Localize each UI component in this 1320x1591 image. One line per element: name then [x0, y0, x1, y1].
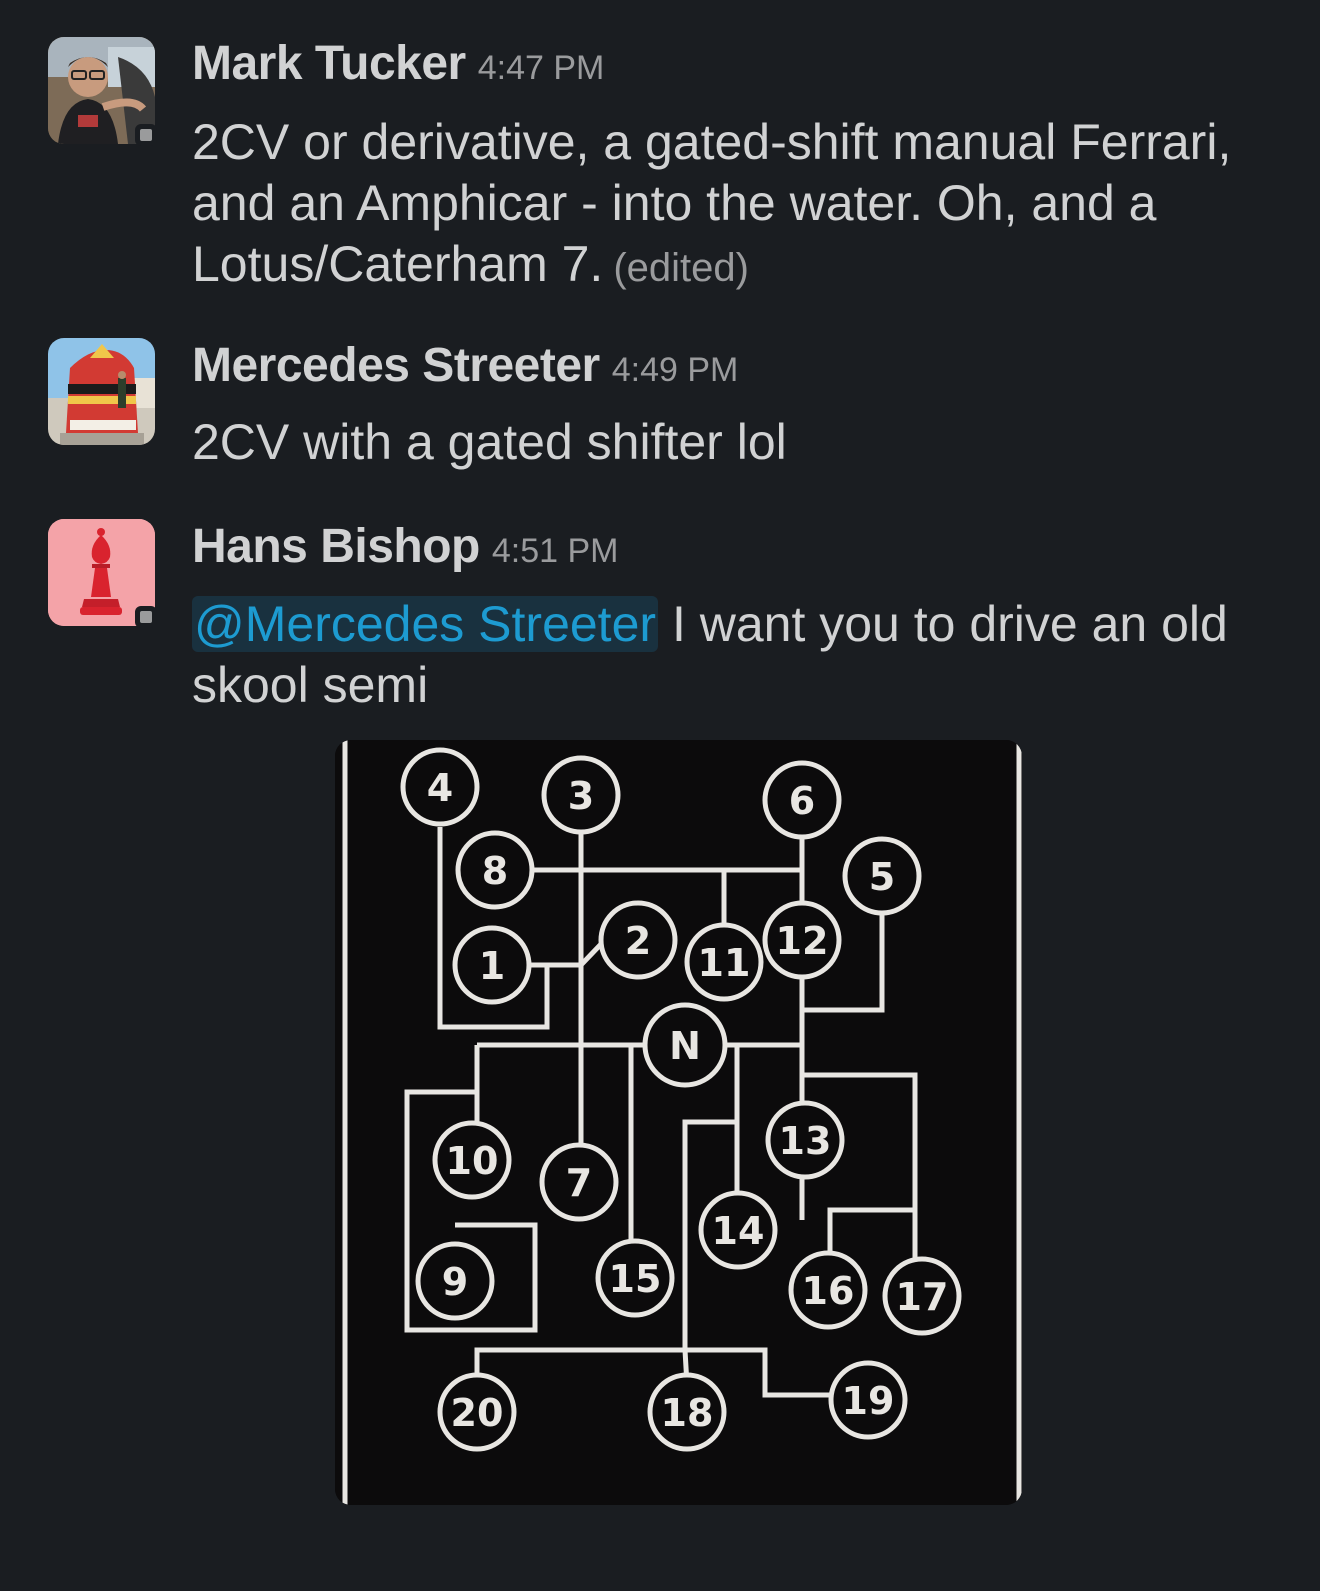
user-mention[interactable]: @Mercedes Streeter	[192, 596, 659, 652]
southernmost-point-buoy-photo	[48, 338, 155, 445]
message-body: 2CV with a gated shifter lol	[192, 414, 787, 470]
gear-label: 19	[842, 1379, 895, 1423]
gear-label: 7	[566, 1161, 592, 1205]
gear-label: 10	[446, 1139, 499, 1183]
gear-label: 18	[661, 1391, 714, 1435]
timestamp[interactable]: 4:49 PM	[612, 351, 739, 389]
message-text: 2CV with a gated shifter lol	[192, 412, 1272, 473]
gear-label: 6	[789, 779, 815, 823]
message-header: Mercedes Streeter 4:49 PM	[192, 338, 738, 393]
gear-label: 9	[442, 1260, 468, 1304]
gear-label: 11	[698, 941, 751, 985]
author-name[interactable]: Mark Tucker	[192, 37, 466, 90]
presence-indicator	[135, 606, 157, 628]
gear-label: N	[669, 1024, 701, 1068]
edited-label: (edited)	[613, 246, 749, 290]
author-name[interactable]: Mercedes Streeter	[192, 339, 600, 392]
gear-label: 20	[451, 1391, 504, 1435]
gear-label: 1	[479, 944, 505, 988]
gear-label: 8	[482, 849, 508, 893]
gear-label: 5	[869, 855, 895, 899]
gear-label: 12	[776, 919, 829, 963]
message-header: Hans Bishop 4:51 PM	[192, 519, 619, 574]
gear-label: 2	[625, 919, 651, 963]
author-name[interactable]: Hans Bishop	[192, 520, 480, 573]
gear-label: 17	[896, 1275, 949, 1319]
timestamp[interactable]: 4:51 PM	[492, 532, 619, 570]
gear-label: 13	[779, 1119, 832, 1163]
message-text: 2CV or derivative, a gated-shift manual …	[192, 112, 1272, 299]
gear-label: 3	[568, 774, 594, 818]
gear-label: 14	[712, 1209, 765, 1253]
gear-label: 15	[609, 1257, 662, 1301]
message-text: @Mercedes Streeter I want you to drive a…	[192, 594, 1272, 716]
timestamp[interactable]: 4:47 PM	[478, 49, 605, 87]
gear-label: 4	[427, 766, 453, 810]
shift-pattern-diagram: 4 3 6 8 5 2 11 12 1 N 10 13 7 14 9 15 16	[335, 740, 1022, 1505]
gear-label: 16	[802, 1269, 855, 1313]
message-feed: Mark Tucker 4:47 PM 2CV or derivative, a …	[0, 0, 1320, 1591]
avatar[interactable]	[48, 338, 155, 445]
presence-indicator	[135, 124, 157, 146]
message-header: Mark Tucker 4:47 PM	[192, 36, 604, 91]
image-attachment[interactable]: 4 3 6 8 5 2 11 12 1 N 10 13 7 14 9 15 16	[335, 740, 1022, 1505]
